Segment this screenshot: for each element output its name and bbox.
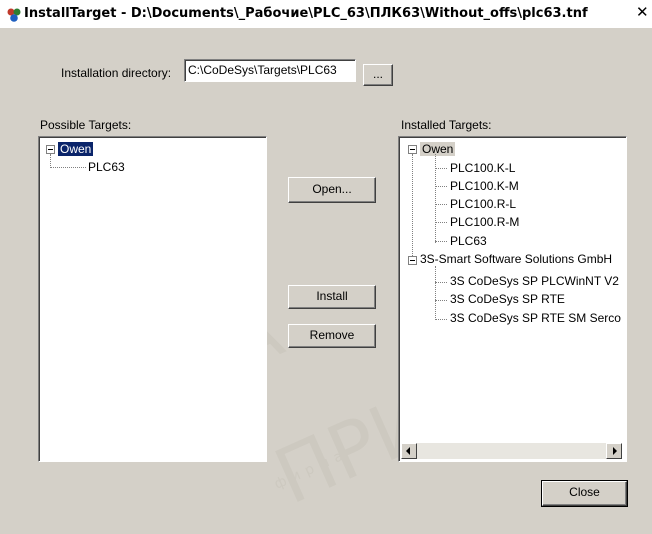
horizontal-scrollbar[interactable] <box>401 443 622 459</box>
tree-node-plc63[interactable]: PLC63 <box>88 160 125 175</box>
remove-button[interactable]: Remove <box>288 324 376 348</box>
tree-connector <box>435 204 447 205</box>
tree-node-target[interactable]: PLC100.R-L <box>450 197 516 212</box>
tree-node-target[interactable]: 3S CoDeSys SP RTE SM Serco <box>450 311 621 326</box>
tree-connector <box>435 241 447 242</box>
open-button[interactable]: Open... <box>288 177 376 203</box>
tree-node-3s-smart[interactable]: 3S-Smart Software Solutions GmbH <box>420 252 612 267</box>
scroll-left-button[interactable] <box>401 443 417 459</box>
tree-node-owen[interactable]: Owen <box>420 142 456 157</box>
tree-connector <box>50 167 86 168</box>
arrow-left-icon <box>406 447 410 455</box>
close-button[interactable]: Close <box>541 480 628 507</box>
tree-node-owen[interactable]: Owen <box>58 142 94 157</box>
possible-targets-tree[interactable]: Owen PLC63 <box>38 136 267 462</box>
installation-directory-label: Installation directory: <box>61 66 172 80</box>
tree-node-label: Owen <box>420 142 456 156</box>
tree-node-target[interactable]: PLC63 <box>450 234 487 249</box>
installation-directory-field[interactable]: C:\CoDeSys\Targets\PLC63 <box>184 59 356 82</box>
browse-button[interactable]: ... <box>363 64 393 86</box>
tree-node-label: Owen <box>58 142 94 156</box>
window-title: InstallTarget - D:\Documents\_Рабочие\PL… <box>24 6 588 21</box>
tree-node-target[interactable]: 3S CoDeSys SP PLCWinNT V2 <box>450 274 619 289</box>
tree-connector <box>435 168 447 169</box>
tree-connector <box>435 282 447 283</box>
tree-connector <box>435 319 447 320</box>
tree-connector <box>435 300 447 301</box>
install-target-dialog: ПРИКА ПРИБОР фирма InstallTarget - D:\Do… <box>0 0 652 534</box>
possible-targets-label: Possible Targets: <box>40 118 132 132</box>
tree-connector <box>412 154 413 258</box>
arrow-right-icon <box>613 447 617 455</box>
tree-connector <box>435 186 447 187</box>
tree-connector <box>435 222 447 223</box>
collapse-icon[interactable] <box>46 145 55 154</box>
collapse-icon[interactable] <box>408 256 417 265</box>
scroll-right-button[interactable] <box>606 443 622 459</box>
installed-targets-tree[interactable]: Owen PLC100.K-L PLC100.K-M PLC100.R-L PL… <box>398 136 627 462</box>
tree-node-target[interactable]: PLC100.K-M <box>450 179 519 194</box>
title-bar[interactable]: InstallTarget - D:\Documents\_Рабочие\PL… <box>0 0 652 28</box>
tree-connector <box>50 154 51 168</box>
tree-node-target[interactable]: 3S CoDeSys SP RTE <box>450 292 565 307</box>
tree-connector <box>435 266 436 320</box>
tree-node-target[interactable]: PLC100.K-L <box>450 161 515 176</box>
watermark-text-small: фирма <box>272 445 351 493</box>
installed-targets-label: Installed Targets: <box>401 118 492 132</box>
close-icon[interactable]: ✕ <box>636 3 649 21</box>
tree-node-target[interactable]: PLC100.R-M <box>450 215 519 230</box>
collapse-icon[interactable] <box>408 145 417 154</box>
app-icon <box>7 8 21 22</box>
install-button[interactable]: Install <box>288 285 376 309</box>
